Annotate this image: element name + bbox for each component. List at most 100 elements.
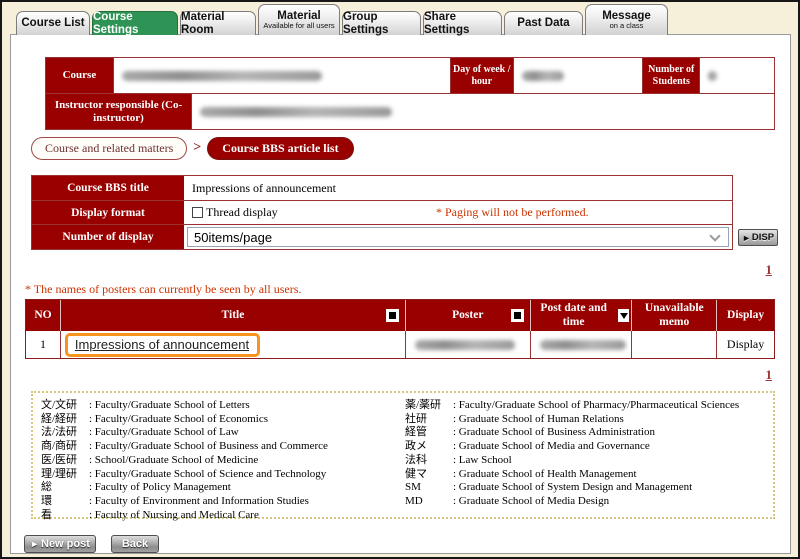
list-item: 法/法研: Faculty/Graduate School of Law	[41, 426, 397, 440]
list-item: 理/理研: Faculty/Graduate School of Science…	[41, 468, 397, 482]
header-no: NO	[26, 300, 61, 331]
header-title: Title	[61, 300, 406, 331]
redacted-student-count	[708, 71, 717, 81]
redacted-course-name	[122, 71, 322, 81]
bbs-title-label: Course BBS title	[32, 176, 184, 200]
display-format-label: Display format	[32, 201, 184, 224]
list-item: 医/医研: School/Graduate School of Medicine	[41, 454, 397, 468]
thread-display-checkbox[interactable]	[192, 207, 203, 218]
row-display-link[interactable]: Display	[717, 331, 774, 358]
list-item: 経管: Graduate School of Business Administ…	[405, 426, 769, 440]
course-info-table: Course Day of week / hour Number of Stud…	[45, 57, 775, 130]
number-of-students-label: Number of Students	[643, 58, 700, 93]
article-list-table: NO Title Poster Post date and time Unava…	[25, 299, 775, 359]
tab-bar: Course List Course Settings Material Roo…	[16, 2, 668, 35]
sort-square-icon[interactable]	[511, 309, 524, 322]
tab-course-settings[interactable]: Course Settings	[92, 11, 178, 35]
tab-course-list[interactable]: Course List	[16, 11, 90, 35]
tab-share-settings[interactable]: Share Settings	[423, 11, 502, 35]
tab-label: Material Room	[181, 11, 255, 35]
number-of-students-value-cell	[700, 58, 774, 93]
list-item: 商/商研: Faculty/Graduate School of Busines…	[41, 440, 397, 454]
breadcrumb-separator-icon: >	[193, 140, 201, 156]
redacted-instructor-name	[200, 107, 392, 117]
app-window: Course List Course Settings Material Roo…	[0, 0, 800, 559]
table-row: 1 Impressions of announcement Display	[26, 331, 774, 358]
list-item: 健マ: Graduate School of Health Management	[405, 468, 769, 482]
pagination-page-1-bottom[interactable]: 1	[766, 367, 773, 383]
play-arrow-icon: ►	[30, 539, 39, 549]
row-title-cell: Impressions of announcement	[61, 331, 406, 358]
bbs-title-value: Impressions of announcement	[192, 181, 336, 196]
play-arrow-icon: ►	[742, 233, 751, 243]
header-poster: Poster	[406, 300, 531, 331]
breadcrumb: Course and related matters > Course BBS …	[31, 136, 354, 160]
breadcrumb-parent-button[interactable]: Course and related matters	[31, 137, 187, 160]
disp-button[interactable]: ► DISP	[738, 229, 778, 246]
pagination-page-1-top[interactable]: 1	[766, 262, 773, 278]
redacted-day-of-week	[522, 71, 564, 81]
posters-visibility-note: * The names of posters can currently be …	[25, 282, 301, 297]
tab-label: Group Settings	[343, 11, 420, 35]
content-panel: Course Day of week / hour Number of Stud…	[10, 34, 791, 554]
paging-note: * Paging will not be performed.	[436, 205, 589, 220]
list-item: 総: Faculty of Policy Management	[41, 481, 397, 495]
back-button[interactable]: Back	[111, 535, 159, 553]
breadcrumb-current-button[interactable]: Course BBS article list	[207, 137, 353, 160]
number-of-display-value-cell: 50items/page	[184, 225, 732, 249]
list-item: 薬/薬研: Faculty/Graduate School of Pharmac…	[405, 399, 769, 413]
sort-square-icon[interactable]	[386, 309, 399, 322]
list-item: 法科: Law School	[405, 454, 769, 468]
tab-sublabel: on a class	[610, 22, 644, 30]
thread-display-label: Thread display	[206, 205, 278, 220]
instructor-value-cell	[192, 94, 774, 129]
list-item: SM: Graduate School of System Design and…	[405, 481, 769, 495]
new-post-button[interactable]: ► New post	[24, 535, 96, 553]
tab-sublabel: Available for all users	[263, 22, 334, 30]
row-no: 1	[26, 331, 61, 358]
header-post-date-label: Post date and time	[533, 302, 615, 328]
items-per-page-select[interactable]: 50items/page	[187, 227, 729, 247]
number-of-display-label: Number of display	[32, 225, 184, 249]
faculty-legend-box: 文/文研: Faculty/Graduate School of Letters…	[31, 391, 775, 519]
header-poster-label: Poster	[452, 309, 483, 322]
tab-group-settings[interactable]: Group Settings	[342, 11, 421, 35]
tab-past-data[interactable]: Past Data	[504, 11, 583, 35]
highlight-box: Impressions of announcement	[65, 333, 260, 357]
header-display: Display	[717, 300, 774, 331]
tab-message[interactable]: Message on a class	[585, 4, 668, 35]
legend-right-column: 薬/薬研: Faculty/Graduate School of Pharmac…	[405, 399, 769, 509]
tab-label: Course Settings	[93, 11, 177, 35]
new-post-button-label: New post	[41, 538, 90, 550]
instructor-label: Instructor responsible (Co-instructor)	[46, 94, 192, 129]
row-post-date-cell	[531, 331, 633, 358]
day-of-week-value-cell	[514, 58, 644, 93]
tab-label: Share Settings	[424, 11, 501, 35]
list-item: 経/経研: Faculty/Graduate School of Economi…	[41, 413, 397, 427]
list-item: 文/文研: Faculty/Graduate School of Letters	[41, 399, 397, 413]
article-title-link[interactable]: Impressions of announcement	[75, 337, 249, 352]
legend-left-column: 文/文研: Faculty/Graduate School of Letters…	[41, 399, 397, 522]
course-value-cell	[114, 58, 451, 93]
list-item: 環: Faculty of Environment and Informatio…	[41, 495, 397, 509]
tab-label: Past Data	[517, 17, 569, 29]
sort-descending-icon[interactable]	[618, 309, 630, 322]
disp-button-label: DISP	[752, 232, 774, 243]
bbs-settings-form: Course BBS title Impressions of announce…	[31, 175, 733, 250]
list-item: 看: Faculty of Nursing and Medical Care	[41, 509, 397, 523]
list-item: MD: Graduate School of Media Design	[405, 495, 769, 509]
list-item: 政メ: Graduate School of Media and Governa…	[405, 440, 769, 454]
redacted-poster-name	[415, 340, 515, 350]
course-label: Course	[46, 58, 114, 93]
header-unavailable-memo: Unavailable memo	[632, 300, 717, 331]
row-poster-cell	[406, 331, 531, 358]
row-memo-cell	[632, 331, 717, 358]
tab-material-all-users[interactable]: Material Available for all users	[258, 4, 340, 35]
day-of-week-label: Day of week / hour	[451, 58, 514, 93]
redacted-post-date	[540, 340, 626, 350]
tab-material-room[interactable]: Material Room	[180, 11, 256, 35]
tab-label: Course List	[21, 17, 84, 29]
header-title-label: Title	[222, 309, 245, 322]
chevron-down-icon	[709, 230, 720, 241]
bbs-title-value-cell: Impressions of announcement	[184, 176, 732, 200]
